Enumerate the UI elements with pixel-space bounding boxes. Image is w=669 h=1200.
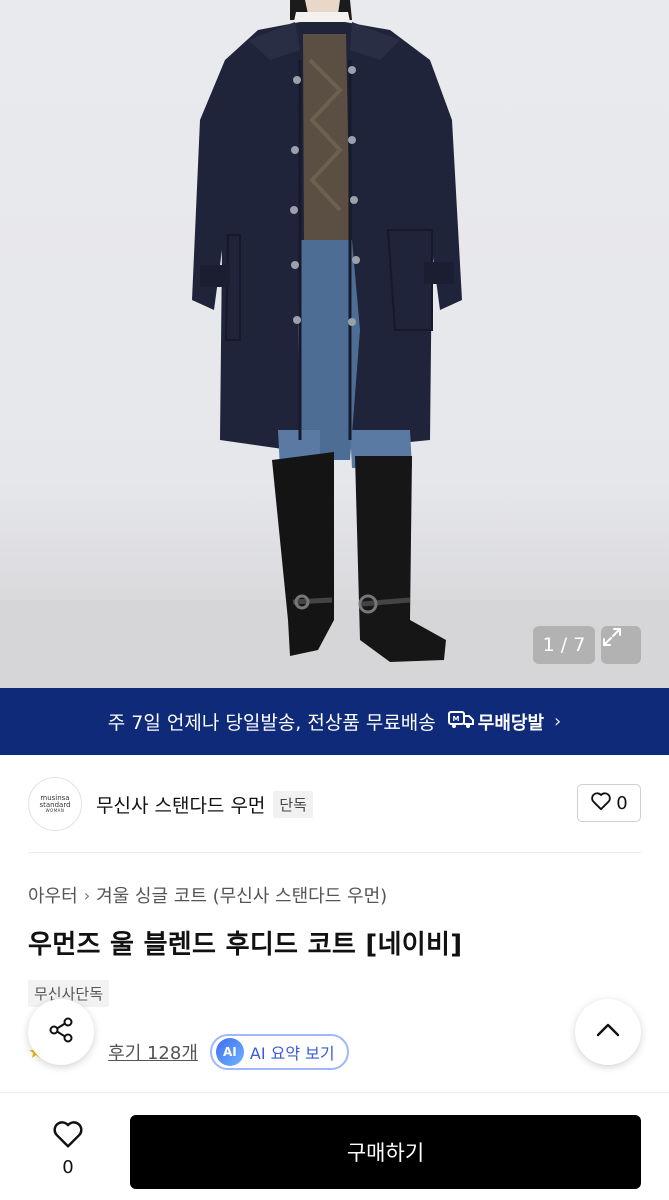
chevron-right-icon: › bbox=[83, 885, 91, 905]
image-counter: 1 / 7 bbox=[533, 626, 595, 664]
buy-button[interactable]: 구매하기 bbox=[130, 1115, 641, 1189]
breadcrumb-subcategory[interactable]: 겨울 싱글 코트 (무신사 스탠다드 우먼) bbox=[96, 882, 387, 908]
bottom-bar: 0 구매하기 bbox=[0, 1092, 669, 1200]
product-title: 우먼즈 울 블렌드 후디드 코트 [네이비] bbox=[28, 930, 463, 960]
banner-badge-label: 무배당발 bbox=[477, 712, 545, 734]
exclusive-tag: 단독 bbox=[273, 790, 314, 818]
product-like-button[interactable]: 0 bbox=[40, 1119, 96, 1178]
ai-icon: AI bbox=[215, 1038, 244, 1066]
product-like-count: 0 bbox=[62, 1157, 74, 1178]
product-image[interactable]: 1 / 7 bbox=[0, 0, 669, 688]
heart-icon bbox=[590, 791, 612, 816]
scroll-top-button[interactable] bbox=[575, 999, 641, 1065]
brand-row[interactable]: musinsa standard WOMAN 무신사 스탠다드 우먼 단독 0 bbox=[28, 776, 641, 832]
share-icon bbox=[46, 1015, 76, 1049]
review-link[interactable]: 후기 128개 bbox=[108, 1039, 198, 1065]
brand-name[interactable]: 무신사 스탠다드 우먼 bbox=[96, 791, 265, 818]
heart-icon bbox=[51, 1119, 85, 1153]
chevron-right-icon: › bbox=[554, 711, 562, 732]
share-button[interactable] bbox=[28, 999, 94, 1065]
svg-text:M: M bbox=[452, 715, 459, 723]
expand-image-button[interactable] bbox=[601, 626, 641, 664]
brand-logo[interactable]: musinsa standard WOMAN bbox=[28, 777, 82, 831]
divider bbox=[28, 852, 641, 853]
brand-like-count: 0 bbox=[616, 792, 628, 814]
free-shipping-banner[interactable]: 주 7일 언제나 당일발송, 전상품 무료배송 M 무배당발 › bbox=[0, 688, 669, 755]
banner-text: 주 7일 언제나 당일발송, 전상품 무료배송 bbox=[107, 712, 436, 734]
truck-icon: M bbox=[447, 709, 474, 734]
ai-summary-label: AI 요약 보기 bbox=[249, 1044, 335, 1063]
banner-badge: M 무배당발 bbox=[447, 709, 545, 735]
product-photo-illustration bbox=[0, 0, 669, 688]
brand-logo-line3: WOMAN bbox=[45, 808, 65, 814]
chevron-up-icon bbox=[595, 1022, 621, 1042]
ai-summary-button[interactable]: AI AI 요약 보기 bbox=[209, 1034, 349, 1070]
breadcrumb-category[interactable]: 아우터 bbox=[28, 882, 78, 908]
brand-like-button[interactable]: 0 bbox=[577, 784, 641, 822]
breadcrumb: 아우터 › 겨울 싱글 코트 (무신사 스탠다드 우먼) bbox=[28, 882, 387, 908]
